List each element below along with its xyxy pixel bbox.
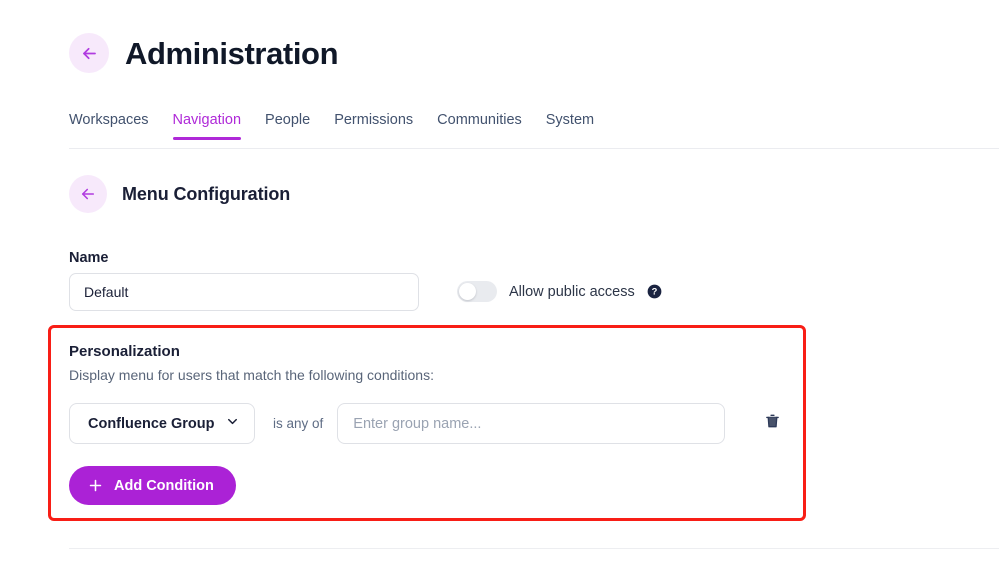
personalization-title: Personalization (69, 343, 180, 360)
add-condition-label: Add Condition (114, 477, 214, 494)
back-button-administration[interactable] (69, 33, 109, 73)
tab-system[interactable]: System (534, 113, 606, 139)
plus-icon (87, 477, 104, 494)
allow-public-access-row: Allow public access ? (457, 281, 662, 302)
section-title: Menu Configuration (122, 183, 291, 204)
condition-type-value: Confluence Group (88, 415, 215, 432)
help-circle-icon[interactable]: ? (647, 284, 662, 299)
tab-communities[interactable]: Communities (425, 113, 534, 139)
condition-row: Confluence Group is any of (69, 403, 783, 444)
condition-group-input[interactable] (337, 403, 726, 444)
tab-workspaces[interactable]: Workspaces (69, 113, 161, 139)
page-title: Administration (125, 35, 339, 71)
allow-public-access-toggle[interactable] (457, 281, 497, 302)
page-header: Administration (69, 33, 339, 73)
tab-divider (69, 148, 999, 149)
bottom-divider (69, 548, 999, 549)
tab-list: Workspaces Navigation People Permissions… (69, 113, 999, 139)
toggle-knob (459, 283, 476, 300)
condition-type-select[interactable]: Confluence Group (69, 403, 255, 444)
add-condition-button[interactable]: Add Condition (69, 466, 236, 505)
allow-public-access-label: Allow public access (509, 283, 635, 300)
name-label: Name (69, 250, 109, 266)
tab-navigation[interactable]: Navigation (161, 113, 254, 139)
condition-operator-label: is any of (273, 416, 324, 431)
tab-bar: Workspaces Navigation People Permissions… (69, 113, 999, 149)
arrow-left-icon (80, 44, 99, 63)
svg-text:?: ? (651, 287, 657, 297)
section-header: Menu Configuration (69, 175, 290, 213)
delete-condition-button[interactable] (761, 413, 783, 435)
arrow-left-icon (79, 185, 97, 203)
tab-people[interactable]: People (253, 113, 322, 139)
back-button-menu-configuration[interactable] (69, 175, 107, 213)
tab-permissions[interactable]: Permissions (322, 113, 425, 139)
personalization-subtitle: Display menu for users that match the fo… (69, 367, 434, 383)
name-input[interactable] (69, 273, 419, 311)
trash-icon (764, 412, 781, 435)
chevron-down-icon (225, 414, 240, 434)
